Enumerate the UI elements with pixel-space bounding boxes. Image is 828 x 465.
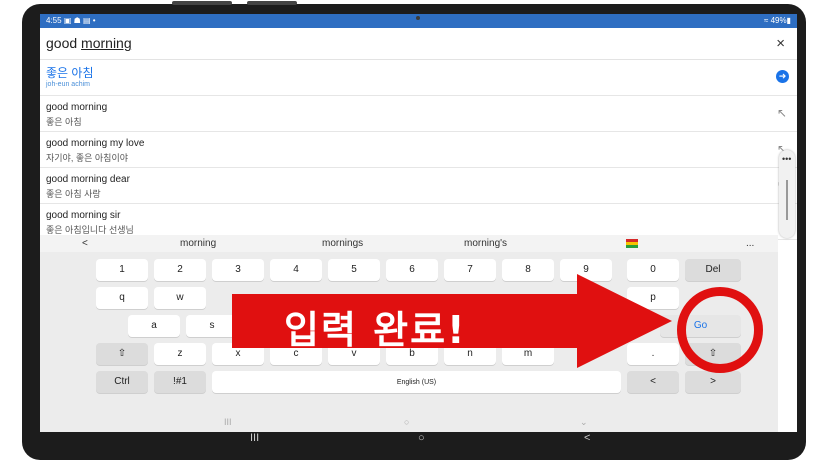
ctrl-key[interactable]: Ctrl (96, 371, 148, 393)
front-camera (416, 16, 420, 20)
edge-panel-handle[interactable]: ••• (779, 150, 795, 238)
list-item[interactable]: good morning 좋은 아침 ↖ (40, 96, 797, 132)
overlay-caption: 입력 완료! (284, 308, 467, 352)
cursor-left-key[interactable]: < (627, 371, 679, 393)
fill-query-icon[interactable]: ↖ (777, 106, 787, 120)
composing-word: morning (81, 35, 132, 51)
key-a[interactable]: a (128, 315, 180, 337)
hide-keyboard-icon[interactable]: ⌄ (580, 417, 588, 428)
key-2[interactable]: 2 (154, 259, 206, 281)
key-s[interactable]: s (186, 315, 238, 337)
suggestion-strip: < morning mornings morning's ... (40, 235, 778, 252)
back-button[interactable]: < (584, 432, 590, 444)
top-result-translation: 좋은 아침 (46, 66, 94, 80)
search-input[interactable]: good morning (46, 35, 132, 51)
close-icon[interactable]: × (776, 35, 785, 52)
word-suggestion[interactable]: morning's (464, 238, 507, 249)
space-key[interactable]: English (US) (212, 371, 621, 393)
suggestion-translation: 좋은 아침 (46, 117, 82, 127)
word-suggestion[interactable]: morning (180, 238, 216, 249)
more-icon[interactable]: ••• (782, 154, 791, 164)
recents-icon[interactable]: III (224, 417, 232, 427)
delete-key[interactable]: Del (685, 259, 741, 281)
key-1[interactable]: 1 (96, 259, 148, 281)
list-item[interactable]: good morning dear 좋은 아침 사랑 ↖ (40, 168, 797, 204)
key-q[interactable]: q (96, 287, 148, 309)
results-list: 좋은 아침 joh-eun achim ➜ good morning 좋은 아침… (40, 60, 797, 240)
suggestion-text: good morning (46, 102, 108, 113)
screen: 4:55 ▣ ☗ ▤ • ≈ 49%▮ good morning × 좋은 아침… (40, 14, 797, 432)
suggestion-text: good morning my love (46, 138, 145, 149)
shift-key[interactable]: ⇧ (96, 343, 148, 365)
search-bar[interactable]: good morning × (40, 28, 797, 60)
scroll-handle[interactable] (786, 180, 788, 220)
symbols-key[interactable]: !#1 (154, 371, 206, 393)
keyboard-nav-row: III ○ ⌄ (40, 415, 778, 432)
suggestion-translation: 좋은 아침 사랑 (46, 189, 101, 199)
suggestion-back-icon[interactable]: < (82, 238, 88, 249)
arrow-right-icon[interactable]: ➜ (776, 70, 789, 83)
key-w[interactable]: w (154, 287, 206, 309)
system-navigation-bar: III ○ < (62, 432, 762, 448)
flag-emoji-icon[interactable] (626, 239, 638, 248)
recents-button[interactable]: III (250, 432, 259, 444)
battery-indicator: ≈ 49%▮ (763, 16, 791, 25)
highlight-circle (677, 287, 763, 373)
suggestion-translation: 자기야, 좋은 아침이야 (46, 153, 129, 163)
notification-icons: ▣ ☗ ▤ • (63, 16, 96, 25)
cursor-right-key[interactable]: > (685, 371, 741, 393)
list-item[interactable]: good morning my love 자기야, 좋은 아침이야 ↖ (40, 132, 797, 168)
more-icon[interactable]: ... (746, 238, 754, 249)
suggestion-text: good morning sir (46, 210, 121, 221)
home-button[interactable]: ○ (418, 432, 425, 444)
suggestion-text: good morning dear (46, 174, 130, 185)
word-suggestion[interactable]: mornings (322, 238, 363, 249)
top-result[interactable]: 좋은 아침 joh-eun achim ➜ (40, 60, 797, 96)
key-z[interactable]: z (154, 343, 206, 365)
clock: 4:55 (46, 16, 62, 25)
top-result-romanization: joh-eun achim (46, 81, 90, 88)
home-icon[interactable]: ○ (404, 417, 409, 427)
